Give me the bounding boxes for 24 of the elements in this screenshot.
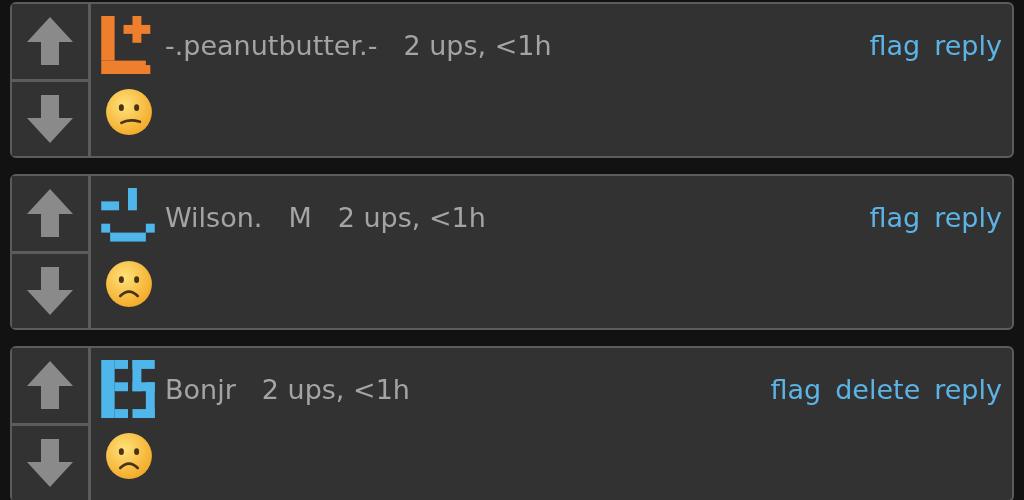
downvote-button[interactable] — [12, 78, 88, 156]
up-arrow-icon — [27, 189, 73, 238]
username[interactable]: -.peanutbutter.- — [165, 29, 378, 61]
avatar-icon[interactable] — [99, 360, 157, 418]
upvote-time: 2 ups, <1h — [261, 373, 410, 405]
down-arrow-icon — [27, 266, 73, 315]
down-arrow-icon — [27, 438, 73, 487]
up-arrow-icon — [27, 17, 73, 66]
action-link[interactable]: flag — [770, 373, 822, 405]
action-link[interactable]: reply — [934, 373, 1002, 405]
action-link[interactable]: flag — [869, 29, 921, 61]
action-link[interactable]: reply — [934, 201, 1002, 233]
upvote-time: 2 ups, <1h — [403, 29, 552, 61]
downvote-button[interactable] — [12, 422, 88, 500]
user-flair-text: M — [288, 201, 312, 233]
upvote-time: 2 ups, <1h — [337, 201, 486, 233]
action-link[interactable]: reply — [934, 29, 1002, 61]
action-link[interactable]: flag — [869, 201, 921, 233]
username[interactable]: Bonjr — [165, 373, 236, 405]
username[interactable]: Wilson. — [165, 201, 263, 233]
action-link[interactable]: delete — [835, 373, 921, 405]
downvote-button[interactable] — [12, 250, 88, 328]
down-arrow-icon — [27, 94, 73, 143]
up-arrow-icon — [27, 361, 73, 410]
